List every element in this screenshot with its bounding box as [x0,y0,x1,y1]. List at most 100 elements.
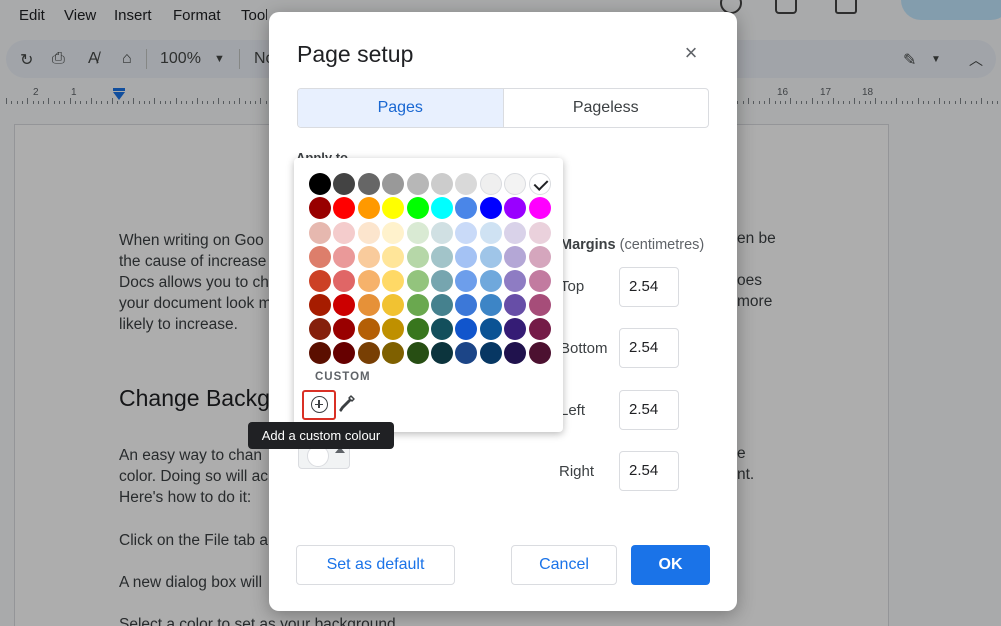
color-swatch[interactable] [431,222,453,244]
color-swatch[interactable] [309,270,331,292]
color-swatch[interactable] [479,173,502,195]
color-swatch[interactable] [504,294,527,316]
color-swatch[interactable] [431,294,453,316]
color-swatch[interactable] [406,173,429,195]
color-swatch[interactable] [479,246,502,268]
color-swatch[interactable] [504,318,527,340]
color-swatch[interactable] [479,222,502,244]
margin-top-input[interactable]: 2.54 [619,267,679,307]
color-swatch[interactable] [382,270,405,292]
color-swatch[interactable] [406,294,429,316]
color-swatch[interactable] [455,342,478,364]
margins-title: Margins [560,237,616,253]
color-swatch[interactable] [357,270,380,292]
margins-unit: (centimetres) [619,237,705,253]
color-swatch[interactable] [431,342,453,364]
color-swatch[interactable] [382,294,405,316]
page-format-toggle: Pages Pageless [297,88,709,128]
cancel-button[interactable]: Cancel [511,545,617,585]
margin-right-input[interactable]: 2.54 [619,451,679,491]
color-swatch[interactable] [333,222,356,244]
color-swatch[interactable] [504,222,527,244]
color-swatch[interactable] [455,318,478,340]
color-swatch[interactable] [382,246,405,268]
color-swatch[interactable] [382,173,405,195]
color-swatch[interactable] [333,246,356,268]
color-swatch[interactable] [479,342,502,364]
color-swatch[interactable] [357,342,380,364]
color-swatch[interactable] [431,173,453,195]
color-swatch[interactable] [528,197,551,219]
color-swatch[interactable] [455,197,478,219]
color-swatch[interactable] [504,342,527,364]
color-swatch[interactable] [528,222,551,244]
color-swatch[interactable] [333,318,356,340]
eyedropper-icon[interactable] [338,394,356,416]
color-swatch[interactable] [309,222,331,244]
color-swatch[interactable] [504,197,527,219]
color-swatch[interactable] [333,197,356,219]
color-swatch[interactable] [455,246,478,268]
color-swatch[interactable] [431,270,453,292]
color-swatch[interactable] [479,270,502,292]
color-swatch[interactable] [528,173,551,195]
color-swatch[interactable] [406,342,429,364]
color-swatch[interactable] [479,318,502,340]
color-swatch[interactable] [309,173,331,195]
tab-pages[interactable]: Pages [298,89,504,127]
color-swatch[interactable] [357,222,380,244]
color-swatch[interactable] [309,342,331,364]
color-swatch[interactable] [382,342,405,364]
margin-left-input[interactable]: 2.54 [619,390,679,430]
color-swatch[interactable] [455,222,478,244]
ok-button[interactable]: OK [631,545,710,585]
close-icon[interactable]: × [679,42,703,66]
color-swatch[interactable] [504,270,527,292]
color-swatch[interactable] [528,270,551,292]
color-swatch[interactable] [431,197,453,219]
color-swatch[interactable] [504,246,527,268]
margin-bottom-label: Bottom [560,340,608,357]
color-swatch[interactable] [382,318,405,340]
plus-circle-icon [311,396,328,413]
color-swatch[interactable] [333,294,356,316]
color-swatch[interactable] [382,222,405,244]
color-swatch[interactable] [309,197,331,219]
color-swatch[interactable] [528,246,551,268]
margin-left-label: Left [560,402,586,419]
color-swatch[interactable] [431,246,453,268]
color-swatch[interactable] [479,294,502,316]
tooltip: Add a custom colour [248,422,394,449]
color-swatch[interactable] [333,270,356,292]
color-swatch[interactable] [455,173,478,195]
color-swatch[interactable] [357,294,380,316]
color-swatch[interactable] [333,173,356,195]
tab-pageless[interactable]: Pageless [504,89,709,127]
color-swatch[interactable] [528,342,551,364]
color-swatch[interactable] [357,173,380,195]
color-swatch[interactable] [357,246,380,268]
color-swatch[interactable] [504,173,527,195]
color-swatch[interactable] [406,222,429,244]
color-swatch[interactable] [309,246,331,268]
color-swatch[interactable] [382,197,405,219]
color-swatch[interactable] [357,197,380,219]
set-as-default-button[interactable]: Set as default [296,545,455,585]
color-swatch[interactable] [528,318,551,340]
color-swatch[interactable] [455,270,478,292]
color-swatch[interactable] [406,246,429,268]
color-swatch[interactable] [406,318,429,340]
color-swatch[interactable] [431,318,453,340]
color-swatch[interactable] [309,318,331,340]
color-swatch[interactable] [406,197,429,219]
color-swatch[interactable] [309,294,331,316]
margin-top-label: Top [560,278,585,295]
color-swatch[interactable] [406,270,429,292]
color-swatch[interactable] [528,294,551,316]
add-custom-color-button[interactable] [302,390,336,420]
color-swatch[interactable] [333,342,356,364]
color-swatch[interactable] [357,318,380,340]
margin-bottom-input[interactable]: 2.54 [619,328,679,368]
color-swatch[interactable] [479,197,502,219]
color-swatch[interactable] [455,294,478,316]
